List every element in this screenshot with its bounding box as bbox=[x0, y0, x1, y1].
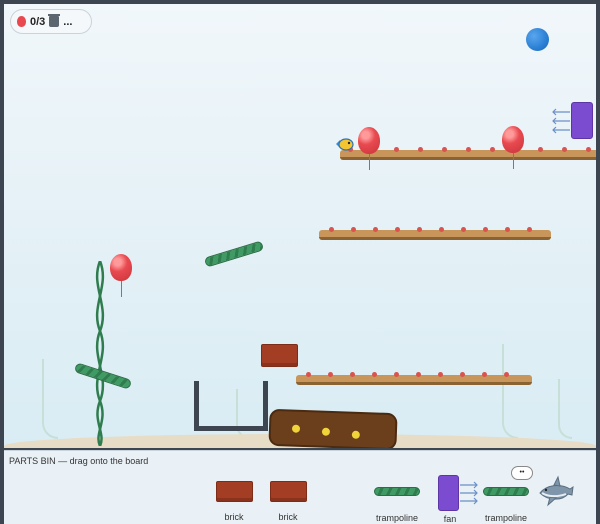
background-seaweed bbox=[502, 344, 518, 439]
bin-item-fan[interactable]: fan bbox=[437, 475, 478, 524]
balloon[interactable] bbox=[502, 126, 524, 169]
blue-ball[interactable] bbox=[526, 28, 549, 51]
score-hud: 0/3 ... bbox=[10, 9, 92, 34]
balloon-icon bbox=[17, 16, 26, 27]
background-seaweed bbox=[42, 359, 58, 439]
trampoline[interactable] bbox=[203, 240, 265, 268]
gold-coin[interactable] bbox=[291, 424, 301, 433]
bin-item-label: fan bbox=[443, 514, 457, 524]
fan[interactable] bbox=[571, 102, 593, 139]
fan-air-arrows bbox=[550, 108, 570, 134]
bin-item-label: trampoline bbox=[484, 513, 528, 523]
balloons-popped-count: 0/3 bbox=[30, 15, 46, 28]
bin-item-brick[interactable]: brick bbox=[214, 481, 254, 522]
bin-item-brick[interactable]: brick bbox=[268, 481, 308, 522]
bin-item-label: brick bbox=[278, 512, 298, 522]
wooden-shelf bbox=[319, 227, 551, 240]
game-board[interactable]: 0/3 ... bbox=[4, 4, 596, 448]
balloon[interactable] bbox=[358, 127, 380, 170]
fan-air-arrows-icon bbox=[459, 481, 478, 505]
parts-bin-title: PARTS BIN — drag onto the board bbox=[9, 456, 149, 466]
background-seaweed bbox=[558, 379, 572, 439]
trash-icon[interactable] bbox=[48, 14, 61, 27]
bin-item-trampoline[interactable]: trampoline bbox=[370, 487, 424, 523]
speech-bubble: •• bbox=[511, 466, 533, 480]
gold-coin[interactable] bbox=[351, 430, 360, 439]
balloon[interactable] bbox=[110, 254, 132, 297]
bin-item-label: brick bbox=[224, 512, 244, 522]
wooden-log bbox=[268, 408, 398, 448]
bucket bbox=[194, 381, 268, 431]
gold-coin[interactable] bbox=[321, 427, 331, 436]
brick[interactable] bbox=[261, 344, 298, 367]
kelp-plant bbox=[88, 260, 112, 447]
bin-item-label: trampoline bbox=[375, 513, 419, 523]
game-frame: 0/3 ... PARTS BIN — drag onto the board … bbox=[0, 0, 600, 524]
shark-icon[interactable] bbox=[538, 475, 574, 509]
wooden-shelf bbox=[296, 372, 532, 385]
fish-character[interactable] bbox=[336, 138, 354, 151]
bin-item-trampoline[interactable]: trampoline bbox=[479, 487, 533, 523]
parts-bin: PARTS BIN — drag onto the board brick br… bbox=[4, 450, 596, 524]
speech-bubble-text: •• bbox=[519, 469, 525, 476]
tools-menu[interactable]: ... bbox=[63, 16, 72, 28]
